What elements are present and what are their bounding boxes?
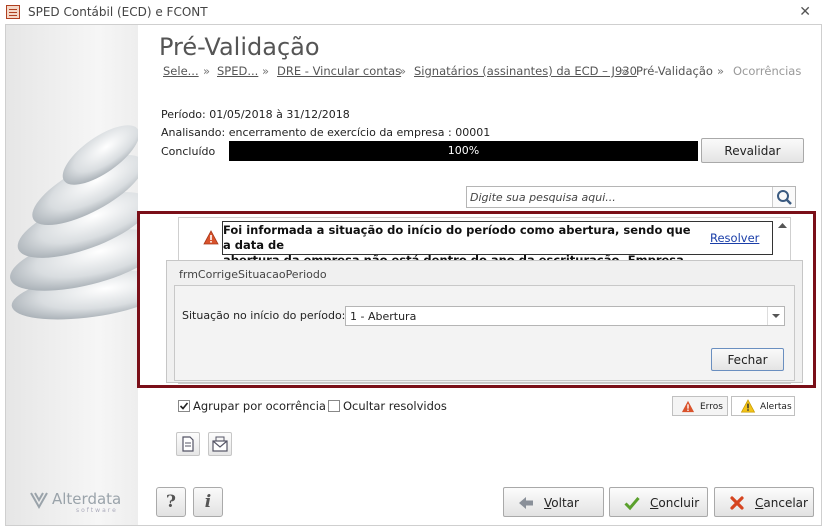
- decorative-petals-image: [10, 125, 138, 320]
- finish-button-label: Concluir: [650, 496, 700, 510]
- period-text: Período: 01/05/2018 à 31/12/2018: [161, 108, 350, 121]
- back-button[interactable]: Voltar: [503, 487, 604, 517]
- wizard-side-panel: [6, 25, 138, 525]
- breadcrumb-item-selecao[interactable]: Sele...: [163, 64, 199, 78]
- alterdata-logo-icon: [30, 492, 48, 509]
- hide-resolved-label[interactable]: Ocultar resolvidos: [343, 399, 447, 413]
- breadcrumb-item-ocorrencias: Ocorrências: [733, 64, 802, 78]
- info-button[interactable]: i: [193, 487, 223, 517]
- highlight-frame: [137, 211, 816, 388]
- breadcrumb-item-sped[interactable]: SPED...: [217, 64, 258, 78]
- help-button[interactable]: ?: [156, 487, 186, 517]
- window-title: SPED Contábil (ECD) e FCONT: [28, 5, 208, 19]
- errors-filter-label: Erros: [700, 402, 723, 412]
- revalidate-button[interactable]: Revalidar: [701, 138, 804, 163]
- breadcrumb-separator: »: [621, 64, 629, 78]
- error-icon: [681, 400, 695, 413]
- group-by-label[interactable]: Agrupar por ocorrência: [193, 399, 326, 413]
- arrow-left-icon: [519, 497, 533, 509]
- analyzing-text: Analisando: encerramento de exercício da…: [161, 126, 491, 139]
- hide-resolved-checkbox[interactable]: [328, 400, 340, 412]
- alterdata-logo: Alterdata software: [30, 490, 130, 514]
- report-button[interactable]: [176, 432, 200, 456]
- alert-icon: [740, 399, 756, 413]
- alerts-filter-button[interactable]: Alertas: [731, 396, 795, 416]
- document-icon: [182, 436, 194, 452]
- breadcrumb-item-dre[interactable]: DRE - Vincular contas: [277, 64, 401, 78]
- back-button-label: Voltar: [544, 496, 579, 510]
- page-title: Pré-Validação: [159, 33, 320, 61]
- email-report-button[interactable]: [208, 432, 232, 456]
- search-box: [466, 186, 796, 208]
- search-button[interactable]: [772, 187, 795, 207]
- checkmark-icon: [624, 497, 640, 511]
- checkmark-icon: [179, 402, 189, 410]
- alerts-filter-label: Alertas: [760, 402, 792, 412]
- cancel-button-label: Cancelar: [755, 496, 808, 510]
- spreadsheet-icon: [6, 5, 20, 19]
- progress-bar: 100%: [229, 141, 698, 161]
- close-icon[interactable]: ✕: [799, 4, 811, 20]
- breadcrumb-separator: »: [262, 64, 270, 78]
- breadcrumb-separator: »: [399, 64, 407, 78]
- breadcrumb-separator: »: [203, 64, 211, 78]
- breadcrumb-item-signatarios[interactable]: Signatários (assinantes) da ECD – J930: [414, 64, 637, 78]
- search-input[interactable]: [467, 187, 779, 207]
- envelope-icon: [212, 436, 228, 452]
- progress-label: Concluído: [161, 145, 216, 158]
- breadcrumb-separator: »: [717, 64, 725, 78]
- title-bar: SPED Contábil (ECD) e FCONT ✕: [0, 0, 827, 24]
- revalidate-button-label: Revalidar: [724, 143, 781, 158]
- cancel-icon: [730, 496, 744, 510]
- breadcrumb-item-pre-validacao: Pré-Validação: [636, 64, 713, 78]
- progress-text: 100%: [447, 144, 480, 157]
- group-by-checkbox[interactable]: [178, 400, 190, 412]
- cancel-button[interactable]: Cancelar: [714, 487, 814, 517]
- logo-subtext: software: [76, 507, 118, 514]
- search-icon: [777, 190, 792, 205]
- finish-button[interactable]: Concluir: [609, 487, 708, 517]
- errors-filter-button[interactable]: Erros: [672, 396, 728, 416]
- logo-text: Alterdata: [52, 490, 122, 508]
